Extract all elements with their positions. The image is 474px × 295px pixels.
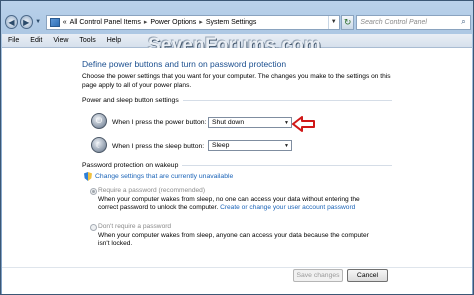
search-input[interactable]: Search Control Panel ⌕ (356, 14, 471, 30)
section-power-sleep: Power and sleep button settings (82, 97, 392, 104)
create-password-link[interactable]: Create or change your user account passw… (220, 204, 355, 211)
cancel-button[interactable]: Cancel (347, 269, 388, 282)
power-button-label: When I press the power button: (112, 119, 207, 126)
breadcrumb-all-control-panel-items[interactable]: All Control Panel Items (70, 19, 141, 26)
section-power-sleep-label: Power and sleep button settings (82, 97, 179, 104)
sleep-button-label: When I press the sleep button: (112, 143, 205, 150)
change-settings-link[interactable]: Change settings that are currently unava… (95, 173, 233, 180)
breadcrumb-separator[interactable]: ▸ (199, 18, 203, 26)
require-password-label: Require a password (recommended) (98, 187, 206, 194)
back-button[interactable]: ◀ (5, 15, 18, 29)
require-password-desc: When your computer wakes from sleep, no … (98, 196, 373, 212)
menu-file[interactable]: File (8, 37, 19, 44)
search-icon[interactable]: ⌕ (457, 17, 470, 27)
page-intro: Choose the power settings that you want … (82, 73, 391, 89)
address-row: ◀ ▶ ▼ « All Control Panel Items ▸ Power … (5, 14, 471, 30)
require-password-radio[interactable] (90, 188, 97, 195)
section-password-label: Password protection on wakeup (82, 162, 179, 169)
menu-view[interactable]: View (53, 37, 68, 44)
no-password-radio[interactable] (90, 224, 97, 231)
change-settings-row[interactable]: Change settings that are currently unava… (84, 172, 233, 181)
power-button-icon: ⏻ (91, 113, 107, 129)
chevron-down-icon[interactable]: ▼ (282, 118, 291, 127)
sleep-button-select[interactable]: Sleep ▼ (208, 140, 292, 151)
control-panel-icon (49, 17, 60, 27)
footer-divider (2, 267, 472, 268)
uac-shield-icon (84, 172, 92, 181)
forward-button[interactable]: ▶ (19, 15, 33, 29)
section-divider (182, 100, 392, 101)
refresh-icon[interactable]: ↻ (340, 14, 355, 30)
section-password: Password protection on wakeup (82, 162, 392, 169)
menu-edit[interactable]: Edit (30, 37, 42, 44)
control-panel-window: ◀ ▶ ▼ « All Control Panel Items ▸ Power … (0, 0, 474, 295)
section-divider (182, 165, 392, 166)
search-placeholder: Search Control Panel (360, 18, 427, 26)
menu-help[interactable]: Help (107, 37, 121, 44)
save-changes-button[interactable]: Save changes (293, 269, 343, 282)
address-bar[interactable]: « All Control Panel Items ▸ Power Option… (45, 14, 340, 30)
address-dropdown[interactable]: ▼ (327, 15, 339, 29)
no-password-desc: When your computer wakes from sleep, any… (98, 232, 369, 247)
no-password-label: Don't require a password (98, 223, 172, 230)
breadcrumb-overflow[interactable]: « (63, 19, 67, 26)
recent-pages-dropdown[interactable]: ▼ (35, 16, 42, 28)
breadcrumb-separator[interactable]: ▸ (144, 18, 148, 26)
menu-tools[interactable]: Tools (79, 37, 95, 44)
power-button-value: Shut down (212, 119, 245, 126)
sleep-button-value: Sleep (212, 142, 230, 149)
page-title: Define power buttons and turn on passwor… (82, 59, 287, 69)
breadcrumb-system-settings[interactable]: System Settings (206, 19, 257, 26)
breadcrumb-power-options[interactable]: Power Options (150, 19, 196, 26)
red-arrow-annotation-icon (292, 116, 315, 132)
content-pane: Define power buttons and turn on passwor… (2, 48, 472, 294)
chevron-down-icon[interactable]: ▼ (282, 141, 291, 150)
sleep-button-icon: ☾ (91, 137, 107, 153)
power-button-select[interactable]: Shut down ▼ (208, 117, 292, 128)
